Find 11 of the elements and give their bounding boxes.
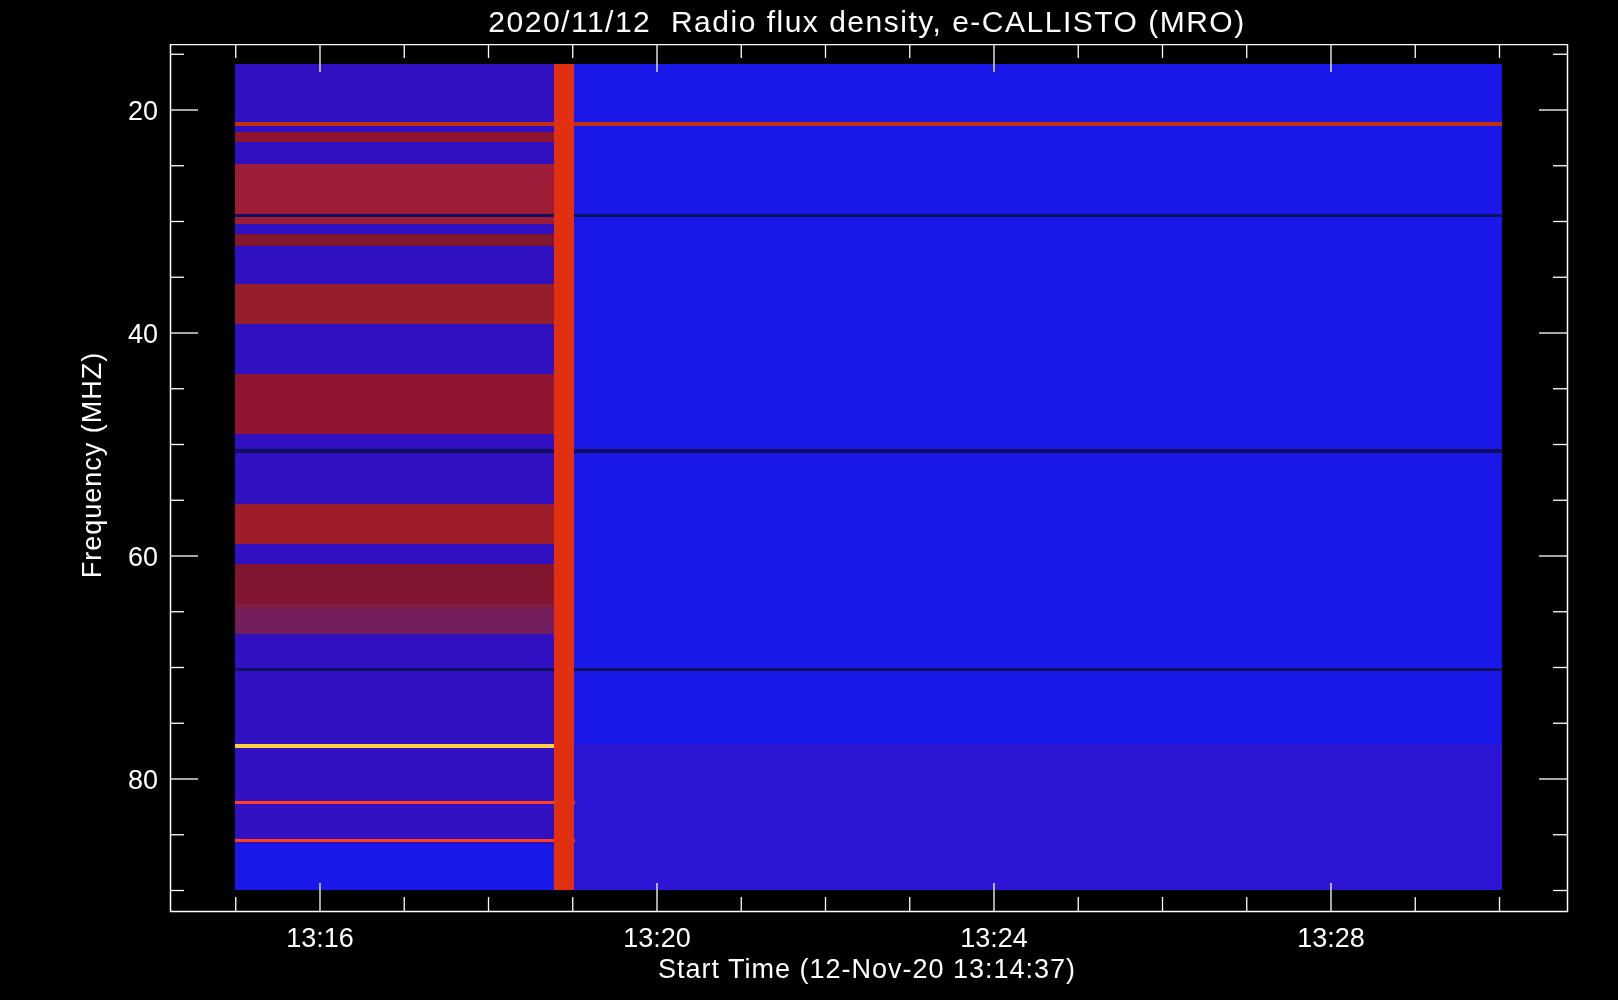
y-tick-label: 40 bbox=[127, 319, 158, 349]
chart-title: 2020/11/12 Radio flux density, e-CALLISTO (MRO) bbox=[488, 7, 1246, 37]
x-tick-label: 13:16 bbox=[286, 923, 354, 953]
x-axis-title: Start Time (12-Nov-20 13:14:37) bbox=[657, 956, 1077, 983]
y-axis-title: Frequency (MHZ) bbox=[77, 351, 107, 579]
x-tick-label: 13:24 bbox=[960, 923, 1028, 953]
x-tick-label: 13:20 bbox=[623, 923, 691, 953]
y-tick-label: 80 bbox=[127, 765, 158, 795]
y-tick-label: 20 bbox=[127, 96, 158, 126]
x-tick-label: 13:28 bbox=[1297, 923, 1365, 953]
y-tick-label: 60 bbox=[127, 542, 158, 572]
